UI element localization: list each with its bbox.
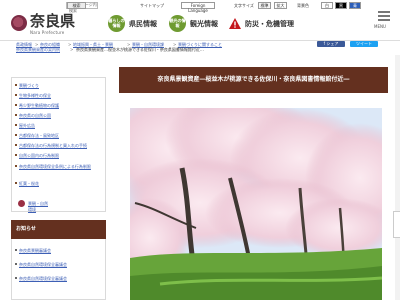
sidebar-item[interactable]: 希少野生動植物の保護 [15, 103, 59, 109]
menu-label: MENU [374, 24, 386, 29]
logo-text: 奈良県 [30, 12, 76, 30]
page-title: 奈良県景観資産―桜並木が桃源できる佐保川・奈良県図書情報館付近― [119, 67, 388, 93]
foreign-language-button[interactable]: Foreign Language [181, 2, 215, 13]
side-floating-tab[interactable] [393, 211, 400, 238]
category-icon [18, 200, 25, 207]
notice-item[interactable]: 奈良県自然環境保全審議会 [15, 276, 67, 282]
breadcrumb-current: 奈良県景観資産…桜並木が桃源できる佐保川・奈良県図書情報館付近… [76, 47, 204, 52]
sidebar-item[interactable]: 奈良県の自然公園 [15, 113, 51, 119]
notice-heading: お知らせ [11, 220, 106, 239]
hamburger-icon [378, 11, 390, 13]
tourism-info-icon: 観光の情報 [169, 15, 186, 32]
notice-item[interactable]: 奈良県自然環境保全審議会 [15, 262, 67, 268]
prefecture-emblem-icon [11, 15, 27, 31]
sidebar-item[interactable]: 紅葉・桜花 [15, 181, 39, 187]
font-size-label: 文字サイズ [234, 3, 254, 8]
sidebar-item[interactable]: 景観づくり [15, 83, 39, 89]
menu-button[interactable]: MENU [373, 8, 395, 31]
sidebar-category-link[interactable]: 景観・自然環境 [18, 200, 48, 212]
sidebar-item[interactable]: 生物多様性の保全 [15, 93, 51, 99]
notice-list: 奈良県景観審議会 奈良県自然環境保全審議会 奈良県自然環境保全審議会 [11, 239, 106, 300]
sidebar-item[interactable]: 古都保存法の行為規制と買入れの手続 [15, 143, 87, 149]
sitemap-link[interactable]: サイトマップ [140, 3, 164, 9]
nav-disaster-label: 防災・危機管理 [245, 20, 294, 28]
bg-color-black-button[interactable]: 黒 [335, 2, 347, 9]
bg-color-label: 背景色 [297, 3, 309, 8]
nara-prefecture-logo[interactable]: 奈良県 Nara Prefecture [11, 13, 91, 35]
font-size-large-button[interactable]: 拡大 [274, 2, 287, 9]
site-header: ホームページ内検索 検索 サイトマップ Foreign Language 文字サ… [0, 0, 400, 40]
notice-item[interactable]: 奈良県景観審議会 [15, 248, 51, 254]
facebook-share-button[interactable]: f シェア [317, 41, 345, 47]
sidebar-nav: 景観づくり 生物多様性の保全 希少野生動植物の保護 奈良県の自然公園 屋外広告 … [11, 77, 106, 212]
bg-color-white-button[interactable]: 白 [321, 2, 333, 9]
sidebar-item[interactable]: 屋外広告 [15, 123, 35, 129]
resident-info-icon: 暮らしの情報 [108, 15, 125, 32]
nav-tourism-info-label: 観光情報 [190, 20, 218, 28]
twitter-share-button[interactable]: ツイート [350, 41, 378, 47]
bg-color-blue-button[interactable]: 青 [349, 2, 361, 9]
sidebar-item[interactable]: 古都保存法・風致地区 [15, 133, 59, 139]
search-button[interactable]: 検索 [67, 2, 86, 9]
breadcrumb-item[interactable]: 奈良県景観資産の案内例 [16, 47, 60, 53]
nav-resident-info-label: 県民情報 [129, 20, 157, 28]
sidebar-item[interactable]: 自然公園内の行為制限 [15, 153, 59, 159]
font-size-standard-button[interactable]: 標準 [258, 2, 271, 9]
cherry-blossom-photo [130, 108, 382, 300]
logo-subtext: Nara Prefecture [30, 30, 65, 35]
warning-icon [229, 18, 241, 29]
cherry-blossom-image [130, 108, 382, 300]
scrollbar[interactable] [395, 55, 400, 300]
sidebar-category-label: 景観・自然環境 [28, 201, 48, 212]
sidebar-item[interactable]: 奈良県自然環境保全条例による行為制限 [15, 164, 98, 170]
